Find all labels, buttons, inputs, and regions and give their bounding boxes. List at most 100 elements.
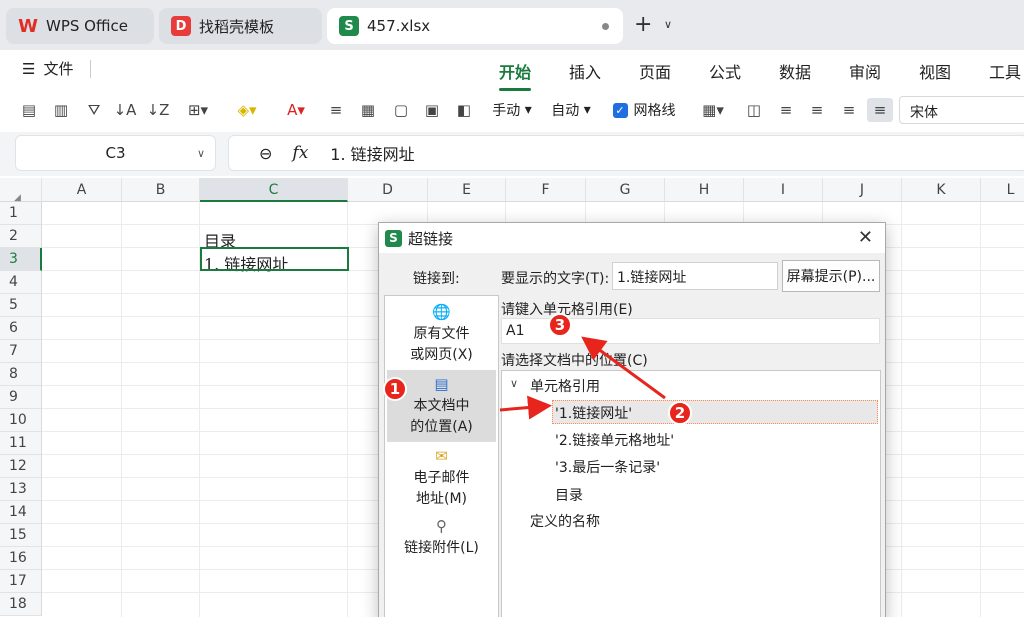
dialog-title: 超链接 xyxy=(408,229,454,248)
tab-template-store[interactable]: D 找稻壳模板 xyxy=(159,8,322,44)
tree-item-sheet-3[interactable]: '3.最后一条记录' xyxy=(555,457,660,477)
sort-descending-icon[interactable]: ↓Z xyxy=(146,98,170,122)
tab-view[interactable]: 视图 xyxy=(919,59,951,83)
row-header[interactable]: 2 xyxy=(0,225,42,248)
fx-label[interactable]: fx xyxy=(292,143,308,163)
auto-label: 自动 xyxy=(551,103,580,119)
column-header-c[interactable]: C xyxy=(200,178,348,202)
column-header-d[interactable]: D xyxy=(348,178,428,202)
link-type-attachment[interactable]: ⚲ 链接附件(L) xyxy=(387,516,496,566)
row-header[interactable]: 6 xyxy=(0,317,42,340)
tab-review[interactable]: 审阅 xyxy=(849,59,881,83)
row-header[interactable]: 1 xyxy=(0,202,42,225)
paperclip-icon: ⚲ xyxy=(436,517,447,535)
cell-style-icon[interactable]: ▢ xyxy=(390,98,412,122)
column-header-a[interactable]: A xyxy=(42,178,122,202)
select-all-corner[interactable]: ◢ xyxy=(0,178,42,203)
align-center-icon[interactable]: ≡ xyxy=(807,98,827,122)
tree-group-cell-ref[interactable]: 单元格引用 xyxy=(530,376,600,396)
row-header[interactable]: 8 xyxy=(0,363,42,386)
zoom-search-icon[interactable]: ⊖ xyxy=(259,144,272,163)
active-cell-outline[interactable] xyxy=(200,247,349,271)
file-menu-label: 文件 xyxy=(43,60,74,78)
tab-wps-office[interactable]: W WPS Office xyxy=(6,8,154,44)
align-justify-icon[interactable]: ≡ xyxy=(867,98,893,122)
paste-format-icon[interactable]: ▥ xyxy=(50,98,72,122)
link-to-label: 链接到: xyxy=(413,271,460,287)
row-header[interactable]: 4 xyxy=(0,271,42,294)
tab-label: 找稻壳模板 xyxy=(199,17,275,36)
wrap-text-icon[interactable]: ≡ xyxy=(325,98,347,122)
file-menu[interactable]: ☰ 文件 xyxy=(22,58,73,79)
filter-icon[interactable]: ⛛ xyxy=(84,98,104,122)
row-header[interactable]: 10 xyxy=(0,409,42,432)
name-box[interactable]: C3 ∨ xyxy=(15,135,216,171)
manual-calc-dropdown[interactable]: 手动 ▾ xyxy=(487,98,537,122)
close-icon[interactable]: ✕ xyxy=(858,227,873,248)
auto-calc-dropdown[interactable]: 自动 ▾ xyxy=(546,98,596,122)
align-left-icon[interactable]: ≡ xyxy=(776,98,796,122)
chevron-down-icon[interactable]: ∨ xyxy=(510,377,518,390)
formula-input[interactable]: ⊖ fx 1. 链接网址 xyxy=(228,135,1024,171)
align-right-icon[interactable]: ≡ xyxy=(839,98,859,122)
tree-item-sheet-2[interactable]: '2.链接单元格地址' xyxy=(555,430,674,450)
row-header[interactable]: 18 xyxy=(0,593,42,616)
row-header[interactable]: 11 xyxy=(0,432,42,455)
grid-line xyxy=(980,202,981,617)
column-header-b[interactable]: B xyxy=(122,178,200,202)
borders-icon[interactable]: ⊞▾ xyxy=(180,98,216,122)
table-format-icon[interactable]: ◧ xyxy=(453,98,475,122)
column-header-k[interactable]: K xyxy=(902,178,981,202)
link-type-label: 原有文件 xyxy=(413,326,470,342)
freeze-pane-icon[interactable]: ▦ xyxy=(357,98,379,122)
tab-page[interactable]: 页面 xyxy=(639,59,671,83)
tree-item-sheet-1[interactable]: '1.链接网址' xyxy=(552,400,878,424)
row-header[interactable]: 13 xyxy=(0,478,42,501)
link-type-label: 本文档中 xyxy=(413,398,470,414)
row-header[interactable]: 16 xyxy=(0,547,42,570)
tree-group-defined-names[interactable]: 定义的名称 xyxy=(530,511,600,531)
row-header[interactable]: 9 xyxy=(0,386,42,409)
tab-tools[interactable]: 工具 xyxy=(989,59,1021,83)
display-text-input[interactable]: 1.链接网址 xyxy=(612,262,778,290)
fill-color-icon[interactable]: ◈▾ xyxy=(228,98,266,122)
column-header-f[interactable]: F xyxy=(506,178,586,202)
unsaved-dot-icon[interactable] xyxy=(602,22,609,30)
tab-workbook[interactable]: S 457.xlsx xyxy=(327,8,623,44)
column-header-e[interactable]: E xyxy=(428,178,506,202)
font-name-box[interactable]: 宋体 xyxy=(899,96,1024,124)
cell-borders-icon[interactable]: ▦▾ xyxy=(695,98,731,122)
gridlines-checkbox[interactable]: ✓ 网格线 xyxy=(609,98,679,122)
format-123-icon[interactable]: ▤ xyxy=(18,98,40,122)
tab-formula[interactable]: 公式 xyxy=(709,59,741,83)
screen-tip-button[interactable]: 屏幕提示(P)... xyxy=(782,260,880,292)
column-header-j[interactable]: J xyxy=(823,178,902,202)
link-type-email[interactable]: ✉ 电子邮件 地址(M) xyxy=(387,446,496,512)
column-header-h[interactable]: H xyxy=(665,178,744,202)
dialog-title-bar[interactable]: S 超链接 ✕ xyxy=(379,223,885,253)
row-header[interactable]: 14 xyxy=(0,501,42,524)
row-header[interactable]: 15 xyxy=(0,524,42,547)
row-header[interactable]: 3 xyxy=(0,248,42,271)
tab-data[interactable]: 数据 xyxy=(779,59,811,83)
divider xyxy=(90,60,91,78)
link-type-existing-file[interactable]: 🌐 原有文件 或网页(X) xyxy=(387,302,496,368)
chevron-down-icon[interactable]: ∨ xyxy=(664,18,672,31)
column-header-i[interactable]: I xyxy=(744,178,823,202)
tree-item-sheet-4[interactable]: 目录 xyxy=(555,485,583,505)
row-header[interactable]: 12 xyxy=(0,455,42,478)
row-header[interactable]: 7 xyxy=(0,340,42,363)
display-text-label: 要显示的文字(T): xyxy=(501,271,610,287)
new-tab-plus-icon[interactable]: + xyxy=(634,12,652,37)
sort-ascending-icon[interactable]: ↓A xyxy=(113,98,137,122)
column-header-g[interactable]: G xyxy=(586,178,665,202)
conditional-format-icon[interactable]: ▣ xyxy=(421,98,443,122)
tab-home[interactable]: 开始 xyxy=(499,59,532,91)
tab-insert[interactable]: 插入 xyxy=(569,59,601,83)
font-color-icon[interactable]: A▾ xyxy=(278,98,314,122)
chevron-down-icon[interactable]: ∨ xyxy=(197,147,205,160)
column-header-l[interactable]: L xyxy=(981,178,1024,202)
row-header[interactable]: 17 xyxy=(0,570,42,593)
clear-format-icon[interactable]: ◫ xyxy=(743,98,765,122)
row-header[interactable]: 5 xyxy=(0,294,42,317)
